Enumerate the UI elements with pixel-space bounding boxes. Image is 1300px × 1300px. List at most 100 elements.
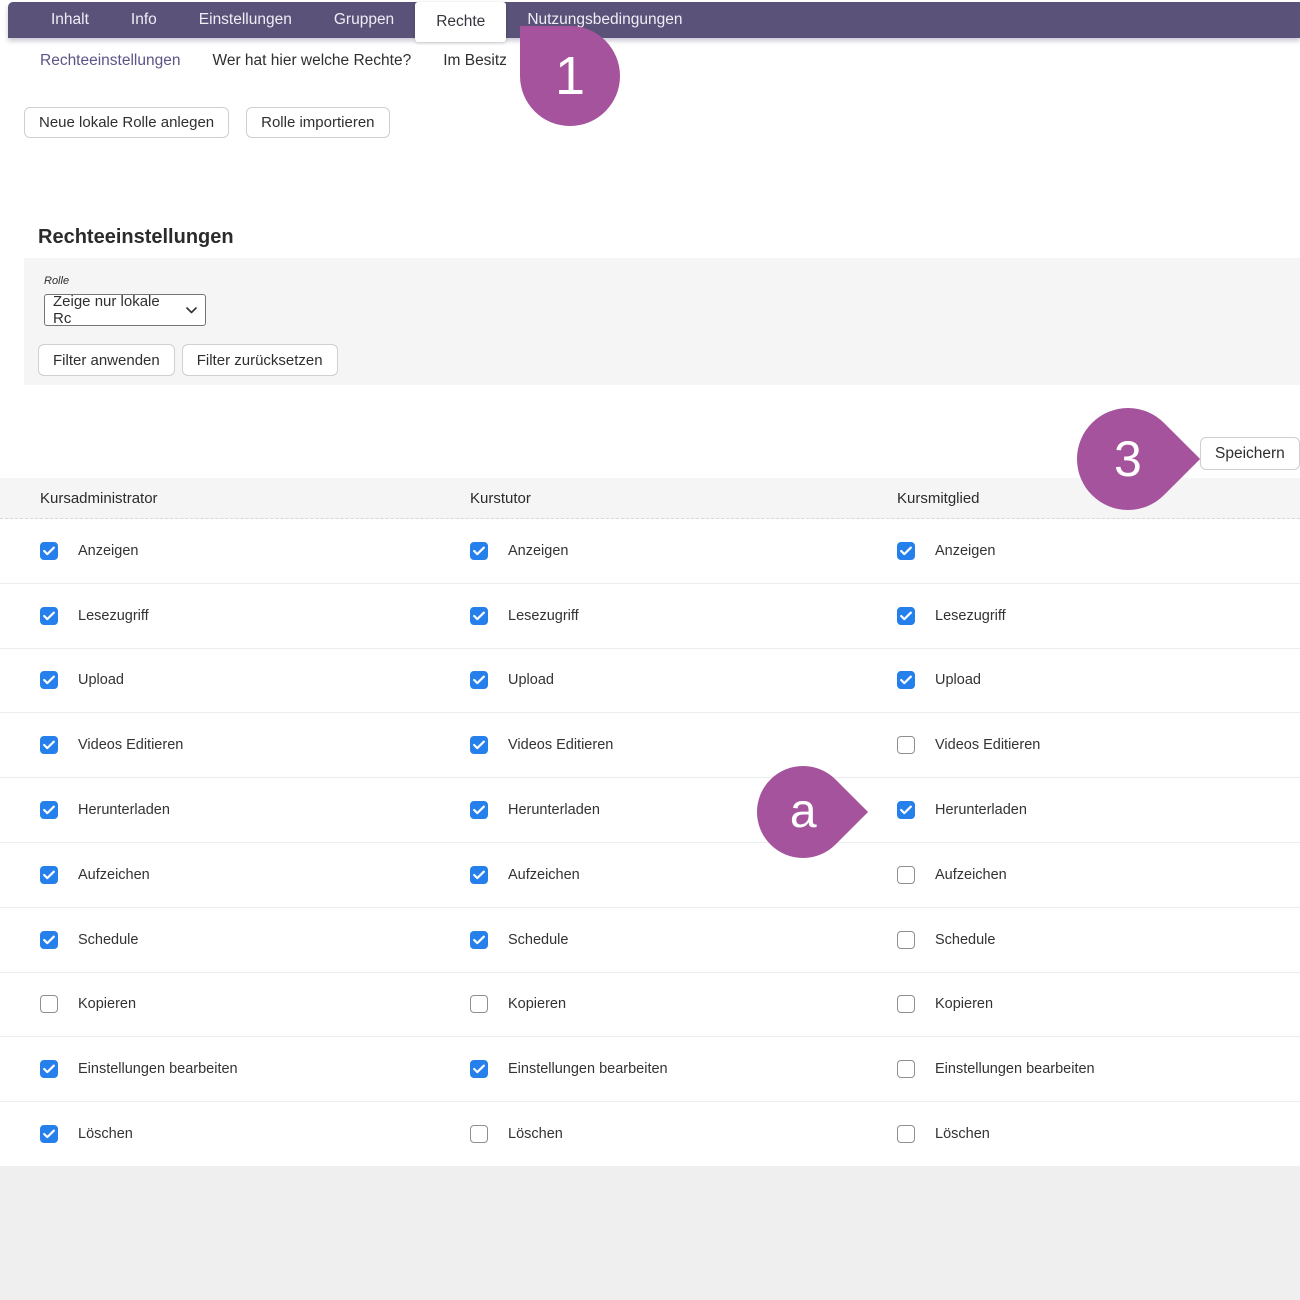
unchecked-checkbox-kopieren[interactable] [897,995,915,1013]
unchecked-checkbox-kopieren[interactable] [40,995,58,1013]
permission-row: Aufzeichen Aufzeichen Aufzeichen [0,843,1300,908]
unchecked-checkbox-videos-editieren[interactable] [897,736,915,754]
permission-cell-kurstutor-upload: Upload [470,671,554,689]
checkmark-icon [473,675,485,685]
checkmark-icon [900,805,912,815]
checked-checkbox-anzeigen[interactable] [40,542,58,560]
permission-cell-kurstutor-l-schen: Löschen [470,1125,563,1143]
role-filter-value: Zeige nur lokale Rc [53,293,180,327]
checked-checkbox-herunterladen[interactable] [40,801,58,819]
permission-cell-kursadministrator-lesezugriff: Lesezugriff [40,607,149,625]
permission-label: Lesezugriff [508,608,579,624]
unchecked-checkbox-einstellungen-bearbeiten[interactable] [897,1060,915,1078]
unchecked-checkbox-aufzeichen[interactable] [897,866,915,884]
checked-checkbox-anzeigen[interactable] [897,542,915,560]
permission-cell-kurstutor-einstellungen-bearbeiten: Einstellungen bearbeiten [470,1060,668,1078]
permission-label: Videos Editieren [508,737,613,753]
import-role-button[interactable]: Rolle importieren [246,107,389,138]
permission-label: Einstellungen bearbeiten [508,1061,668,1077]
checked-checkbox-schedule[interactable] [40,931,58,949]
checkmark-icon [473,1064,485,1074]
permission-label: Löschen [78,1126,133,1142]
permission-label: Lesezugriff [935,608,1006,624]
permission-cell-kurstutor-herunterladen: Herunterladen [470,801,600,819]
checked-checkbox-einstellungen-bearbeiten[interactable] [40,1060,58,1078]
footer-band [0,1166,1300,1300]
checked-checkbox-herunterladen[interactable] [470,801,488,819]
permission-label: Schedule [78,932,138,948]
permission-cell-kursadministrator-upload: Upload [40,671,124,689]
checked-checkbox-schedule[interactable] [470,931,488,949]
checked-checkbox-einstellungen-bearbeiten[interactable] [470,1060,488,1078]
checked-checkbox-lesezugriff[interactable] [40,607,58,625]
permission-label: Kopieren [508,996,566,1012]
checked-checkbox-herunterladen[interactable] [897,801,915,819]
checked-checkbox-upload[interactable] [40,671,58,689]
tab-einstellungen[interactable]: Einstellungen [178,2,313,38]
checked-checkbox-lesezugriff[interactable] [470,607,488,625]
checked-checkbox-l-schen[interactable] [40,1125,58,1143]
permission-label: Videos Editieren [935,737,1040,753]
permission-label: Einstellungen bearbeiten [935,1061,1095,1077]
filter-apply-button[interactable]: Filter anwenden [38,344,175,376]
permission-row: Kopieren Kopieren Kopieren [0,973,1300,1038]
permission-cell-kurstutor-kopieren: Kopieren [470,995,566,1013]
checkmark-icon [473,805,485,815]
unchecked-checkbox-l-schen[interactable] [897,1125,915,1143]
checkmark-icon [43,675,55,685]
checkmark-icon [43,740,55,750]
permission-label: Aufzeichen [935,867,1007,883]
checkmark-icon [43,805,55,815]
checked-checkbox-videos-editieren[interactable] [470,736,488,754]
subtab-im-besitz[interactable]: Im Besitz [443,52,507,70]
permission-label: Kopieren [935,996,993,1012]
checkmark-icon [473,546,485,556]
tab-info[interactable]: Info [110,2,178,38]
checked-checkbox-anzeigen[interactable] [470,542,488,560]
checked-checkbox-videos-editieren[interactable] [40,736,58,754]
permission-cell-kursadministrator-aufzeichen: Aufzeichen [40,866,150,884]
subtab-rechteeinstellungen[interactable]: Rechteeinstellungen [40,52,180,70]
unchecked-checkbox-schedule[interactable] [897,931,915,949]
permission-label: Herunterladen [935,802,1027,818]
unchecked-checkbox-kopieren[interactable] [470,995,488,1013]
tab-inhalt[interactable]: Inhalt [30,2,110,38]
sub-nav: Rechteeinstellungen Wer hat hier welche … [40,52,507,70]
role-filter-select[interactable]: Zeige nur lokale Rc [44,294,206,326]
permission-row: Videos Editieren Videos Editieren Videos E… [0,713,1300,778]
chevron-down-icon [186,307,197,314]
permission-cell-kurstutor-aufzeichen: Aufzeichen [470,866,580,884]
unchecked-checkbox-l-schen[interactable] [470,1125,488,1143]
checked-checkbox-aufzeichen[interactable] [40,866,58,884]
role-actions: Neue lokale Rolle anlegen Rolle importie… [24,107,390,138]
annotation-balloon-1: 1 [520,26,620,126]
tab-gruppen[interactable]: Gruppen [313,2,415,38]
checkmark-icon [43,870,55,880]
checked-checkbox-upload[interactable] [470,671,488,689]
tab-rechte[interactable]: Rechte [415,2,506,42]
checked-checkbox-aufzeichen[interactable] [470,866,488,884]
checkmark-icon [43,546,55,556]
checkmark-icon [43,1064,55,1074]
permission-label: Löschen [935,1126,990,1142]
filter-buttons: Filter anwenden Filter zurücksetzen [38,344,338,376]
new-local-role-button[interactable]: Neue lokale Rolle anlegen [24,107,229,138]
checked-checkbox-upload[interactable] [897,671,915,689]
permission-label: Videos Editieren [78,737,183,753]
checked-checkbox-lesezugriff[interactable] [897,607,915,625]
save-button[interactable]: Speichern [1200,437,1300,470]
permission-cell-kursmitglied-kopieren: Kopieren [897,995,993,1013]
checkmark-icon [900,611,912,621]
permission-row: Löschen Löschen Löschen [0,1102,1300,1167]
permission-cell-kursadministrator-kopieren: Kopieren [40,995,136,1013]
permission-label: Aufzeichen [508,867,580,883]
checkmark-icon [43,1129,55,1139]
permission-label: Löschen [508,1126,563,1142]
filter-reset-button[interactable]: Filter zurücksetzen [182,344,338,376]
annotation-label: 3 [1114,434,1142,484]
annotation-label: 1 [555,49,585,103]
permission-cell-kurstutor-lesezugriff: Lesezugriff [470,607,579,625]
permission-label: Herunterladen [78,802,170,818]
permission-row: ScheduleScheduleSchedule [0,908,1300,973]
subtab-wer-hat-rechte[interactable]: Wer hat hier welche Rechte? [212,52,411,70]
